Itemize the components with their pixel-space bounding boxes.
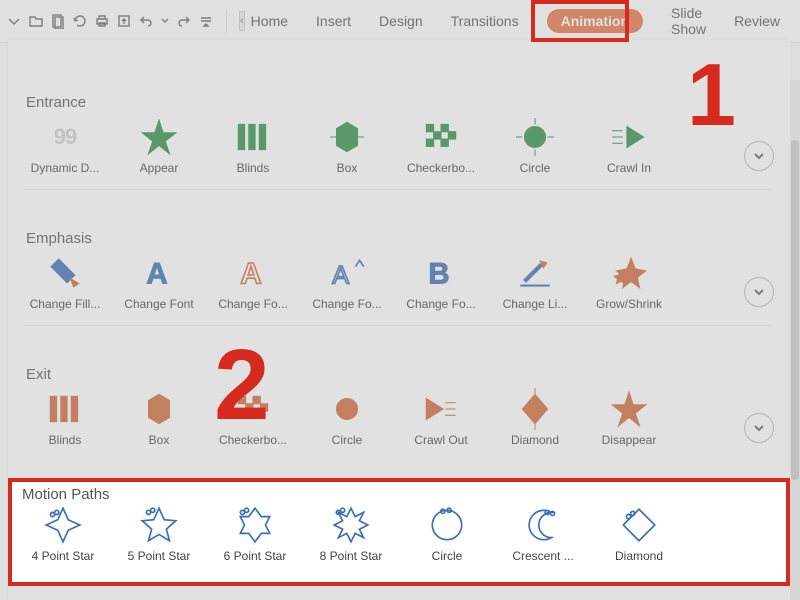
anim-appear[interactable]: Appear xyxy=(118,119,200,175)
motion-4pt[interactable]: 4 Point Star xyxy=(22,507,104,563)
anim-blinds[interactable]: Blinds xyxy=(212,119,294,175)
anim-checker[interactable]: Checkerbo... xyxy=(400,119,482,175)
print-icon[interactable] xyxy=(94,12,110,30)
anim-label: Change Li... xyxy=(503,297,568,311)
app-root: ‹ Home Insert Design Transitions Animati… xyxy=(0,0,800,600)
tab-review[interactable]: Review xyxy=(734,13,780,29)
dropdown-small-icon[interactable] xyxy=(160,12,170,30)
anim-label: Box xyxy=(149,433,170,447)
tab-transitions[interactable]: Transitions xyxy=(451,13,519,29)
section-emphasis: Emphasis Change Fill... A Change Font A Ch… xyxy=(24,204,774,311)
anim-label: Diamond xyxy=(511,433,559,447)
motion-label: 6 Point Star xyxy=(224,549,287,563)
motion-label: Crescent ... xyxy=(512,549,573,563)
anim-label: Disappear xyxy=(602,433,657,447)
anim-label: Appear xyxy=(140,161,179,175)
motion-5pt[interactable]: 5 Point Star xyxy=(118,507,200,563)
highlight-animation-tab xyxy=(531,0,629,42)
motion-circle[interactable]: Circle xyxy=(406,507,488,563)
anim-changefont[interactable]: A Change Font xyxy=(118,255,200,311)
section-motion-paths: Motion Paths 4 Point Star 5 Point Star 6… xyxy=(8,478,790,586)
section-title-emphasis: Emphasis xyxy=(26,230,774,247)
open-icon[interactable] xyxy=(28,12,44,30)
motion-diamond[interactable]: Diamond xyxy=(598,507,680,563)
section-title-entrance: Entrance xyxy=(26,94,774,111)
anim-label: Change Fo... xyxy=(218,297,287,311)
anim-circle[interactable]: Circle xyxy=(494,119,576,175)
expand-entrance[interactable] xyxy=(744,141,774,171)
anim-exit-diamond[interactable]: Diamond xyxy=(494,391,576,447)
tab-slideshow[interactable]: Slide Show xyxy=(671,5,706,37)
panel-scrollbar[interactable] xyxy=(790,80,800,600)
anim-changefo3[interactable]: B Change Fo... xyxy=(400,255,482,311)
motion-8pt[interactable]: 8 Point Star xyxy=(310,507,392,563)
anim-label: Change Fill... xyxy=(30,297,101,311)
svg-text:A: A xyxy=(146,258,167,291)
anim-changeli[interactable]: Change Li... xyxy=(494,255,576,311)
anim-exit-blinds[interactable]: Blinds xyxy=(24,391,106,447)
tab-design[interactable]: Design xyxy=(379,13,423,29)
anim-exit-box[interactable]: Box xyxy=(118,391,200,447)
anim-changefill[interactable]: Change Fill... xyxy=(24,255,106,311)
callout-2: 2 xyxy=(214,328,270,443)
tab-home[interactable]: Home xyxy=(251,13,288,29)
more-icon[interactable] xyxy=(198,12,214,30)
scroll-left-button[interactable]: ‹ xyxy=(239,11,245,31)
motion-label: 5 Point Star xyxy=(128,549,191,563)
anim-exit-circle[interactable]: Circle xyxy=(306,391,388,447)
motion-label: 4 Point Star xyxy=(32,549,95,563)
redo-icon[interactable] xyxy=(176,12,192,30)
motion-crescent[interactable]: Crescent ... xyxy=(502,507,584,563)
anim-label: Crawl In xyxy=(607,161,651,175)
anim-label: Crawl Out xyxy=(414,433,467,447)
dropdown-icon[interactable] xyxy=(6,12,22,30)
section-entrance: Entrance 99Dynamic D... Appear Blinds Bo… xyxy=(24,68,774,175)
anim-label: Blinds xyxy=(49,433,82,447)
anim-changefo2[interactable]: A Change Fo... xyxy=(306,255,388,311)
motion-label: 8 Point Star xyxy=(320,549,383,563)
ribbon-tabs: ‹ Home Insert Design Transitions Animati… xyxy=(0,0,800,43)
svg-text:A: A xyxy=(332,262,349,290)
section-title-motion: Motion Paths xyxy=(22,486,776,503)
anim-label: Circle xyxy=(520,161,551,175)
section-exit: Exit Blinds Box Checkerbo... Circle Craw… xyxy=(24,340,774,447)
svg-text:A: A xyxy=(240,258,261,291)
svg-text:B: B xyxy=(428,258,449,291)
anim-exit-crawlout[interactable]: Crawl Out xyxy=(400,391,482,447)
anim-label: Change Font xyxy=(124,297,193,311)
anim-exit-disappear[interactable]: Disappear xyxy=(588,391,670,447)
section-title-exit: Exit xyxy=(26,366,774,383)
undo-icon[interactable] xyxy=(138,12,154,30)
callout-1: 1 xyxy=(687,44,736,146)
anim-label: Blinds xyxy=(237,161,270,175)
anim-changefo1[interactable]: A Change Fo... xyxy=(212,255,294,311)
new-icon[interactable] xyxy=(50,12,66,30)
anim-dynamic[interactable]: 99Dynamic D... xyxy=(24,119,106,175)
expand-emphasis[interactable] xyxy=(744,277,774,307)
anim-box[interactable]: Box xyxy=(306,119,388,175)
anim-label: Change Fo... xyxy=(406,297,475,311)
anim-label: Box xyxy=(337,161,358,175)
anim-label: Grow/Shrink xyxy=(596,297,662,311)
anim-crawlin[interactable]: Crawl In xyxy=(588,119,670,175)
anim-label: Circle xyxy=(332,433,363,447)
motion-6pt[interactable]: 6 Point Star xyxy=(214,507,296,563)
anim-label: Change Fo... xyxy=(312,297,381,311)
expand-exit[interactable] xyxy=(744,413,774,443)
motion-label: Circle xyxy=(432,549,463,563)
motion-label: Diamond xyxy=(615,549,663,563)
refresh-icon[interactable] xyxy=(72,12,88,30)
tab-insert[interactable]: Insert xyxy=(316,13,351,29)
export-icon[interactable] xyxy=(116,12,132,30)
anim-label: Dynamic D... xyxy=(31,161,100,175)
anim-growshrink[interactable]: Grow/Shrink xyxy=(588,255,670,311)
anim-label: Checkerbo... xyxy=(407,161,475,175)
